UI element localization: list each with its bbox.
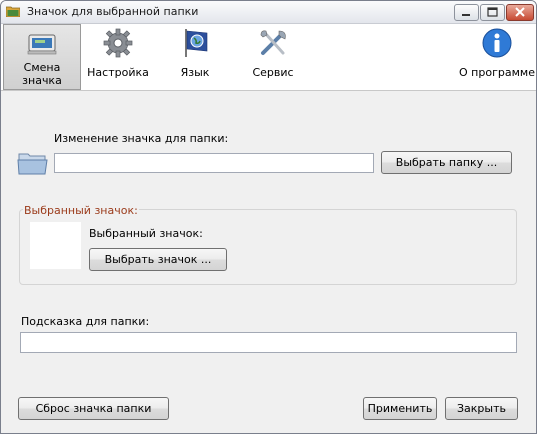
tooltip-label: Подсказка для папки: xyxy=(21,315,150,328)
close-icon xyxy=(515,7,525,17)
maximize-button[interactable] xyxy=(480,4,505,21)
folder-icon xyxy=(17,153,48,175)
tooltip-input[interactable] xyxy=(20,332,517,353)
app-folder-icon xyxy=(6,6,20,17)
tab-change-icon[interactable]: Смена значка xyxy=(3,24,81,90)
selected-icon-label: Выбранный значок: xyxy=(89,227,203,240)
choose-icon-button[interactable]: Выбрать значок ... xyxy=(89,248,227,271)
tab-about[interactable]: О программе xyxy=(459,24,535,90)
main-window: Значок для выбранной папки Смена значка xyxy=(0,0,537,434)
folder-path-input[interactable] xyxy=(54,153,374,173)
selected-icon-group xyxy=(19,209,517,285)
reset-icon-button[interactable]: Сброс значка папки xyxy=(18,397,169,420)
minimize-icon xyxy=(462,14,470,16)
flag-globe-icon xyxy=(185,29,208,57)
choose-folder-button[interactable]: Выбрать папку ... xyxy=(381,151,512,174)
tab-about-label: О программе xyxy=(459,66,535,79)
icon-preview xyxy=(30,222,81,269)
tab-settings[interactable]: Настройка xyxy=(81,24,155,90)
minimize-button[interactable] xyxy=(454,4,479,21)
window-title: Значок для выбранной папки xyxy=(27,5,199,18)
folder-label: Изменение значка для папки: xyxy=(54,132,229,145)
apply-button[interactable]: Применить xyxy=(363,397,437,420)
tab-language[interactable]: Язык xyxy=(159,24,231,90)
tab-service-label: Сервис xyxy=(252,66,294,79)
title-bar[interactable]: Значок для выбранной папки xyxy=(1,1,536,24)
tab-language-label: Язык xyxy=(180,66,210,79)
tab-settings-label: Настройка xyxy=(87,66,149,79)
gear-icon xyxy=(103,28,133,58)
maximize-icon xyxy=(487,7,498,17)
tools-icon xyxy=(260,30,286,55)
selected-icon-group-title: Выбранный значок: xyxy=(23,204,139,217)
tab-service[interactable]: Сервис xyxy=(237,24,309,90)
tab-change-icon-label: Смена значка xyxy=(22,61,62,87)
close-window-button[interactable] xyxy=(506,4,534,21)
close-button[interactable]: Закрыть xyxy=(445,397,518,420)
info-icon xyxy=(482,28,512,58)
toolbar: Смена значка Настройка Язык Сервис О про… xyxy=(1,24,536,91)
change-icon xyxy=(27,34,57,55)
